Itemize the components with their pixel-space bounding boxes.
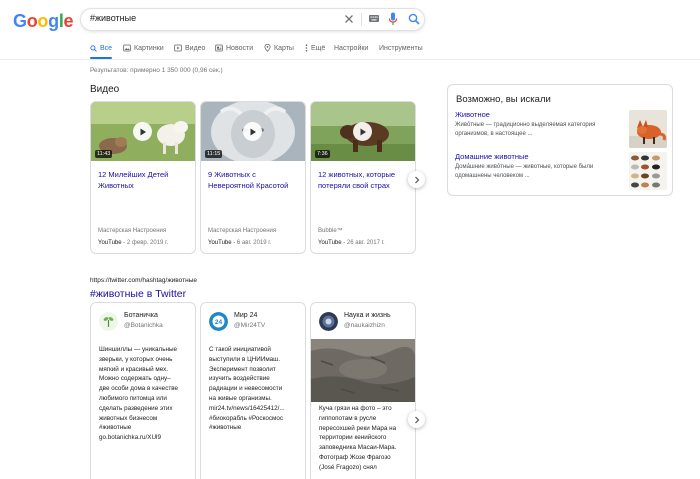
tab-maps[interactable]: Карты [264,42,294,54]
panel-title: Возможно, вы искали [456,94,551,105]
video-date: - 6 авг. 2019 г. [233,240,272,246]
video-thumbnail: 11:43 [91,102,195,161]
tweet-handle: @Mir24TV [234,322,266,329]
video-title[interactable]: 9 Животных с Невероятной Красотой [208,169,302,191]
tweet-photo[interactable] [311,339,415,402]
video-duration: 11:43 [95,150,113,158]
tab-settings[interactable]: Настройки [334,42,368,54]
tweets-next-button[interactable] [408,411,425,428]
tweet-text: Куча грязи на фото – это гиппопотам в ру… [319,405,397,471]
related-item-desc: Дома́шние живо́тные — животные, которые … [455,164,594,179]
video-duration: 7:36 [315,150,330,158]
avatar[interactable]: 24 [209,312,228,331]
tab-label: Ещё [311,44,326,52]
tab-label: Все [100,44,113,52]
related-item[interactable]: Домашние животные Дома́шние живо́тные — … [455,152,669,192]
videos-next-button[interactable] [408,171,425,188]
tab-label: Видео [185,44,206,52]
tweet-handle: @Botanichka [124,322,163,329]
tab-label: Новости [226,44,254,52]
search-box [80,8,425,31]
tweet-author: Наука и жизнь [344,312,391,319]
tweet-card[interactable]: 24 Мир 24 @Mir24TV С такой инициативой в… [200,302,306,479]
tab-label: Настройки [334,44,369,52]
avatar[interactable] [319,312,338,331]
search-icon [90,44,97,52]
video-platform: YouTube [98,240,122,246]
tab-all[interactable]: Все [90,42,112,54]
search-input[interactable] [90,13,330,23]
search-divider [361,13,362,26]
tab-more[interactable]: Ещё [305,42,325,54]
play-icon [133,122,152,141]
play-icon [243,122,262,141]
search-icon[interactable] [408,13,420,25]
tab-images[interactable]: Картинки [123,42,164,54]
tweet-card[interactable]: Ботаничка @Botanichka Шиншиллы — уникаль… [90,302,196,479]
video-card[interactable]: 7:36 12 животных, которые потеряли свой … [310,101,416,254]
video-channel: Bubble™ [318,228,343,234]
video-meta: YouTube - 2 февр. 2019 г. [98,240,168,246]
video-icon [174,44,182,52]
result-stats: Результатов: примерно 1 350 000 (0,96 се… [90,67,223,74]
keyboard-icon[interactable] [369,15,379,22]
related-item-desc: Живо́тные — традиционно выделяемая катег… [455,122,596,137]
video-meta: YouTube - 26 авг. 2017 г. [318,240,385,246]
video-channel: Мастерская Настроения [208,228,277,234]
svg-text:24: 24 [215,319,223,326]
video-section-heading: Видео [90,84,120,95]
tab-video[interactable]: Видео [174,42,205,54]
fox-thumbnail[interactable] [629,110,667,148]
domestic-animals-thumbnail[interactable] [629,152,667,190]
tab-tools[interactable]: Инструменты [379,42,423,54]
tab-label: Инструменты [379,44,423,52]
chevron-right-icon [414,176,419,183]
video-title[interactable]: 12 животных, которые потеряли свой страх [318,169,412,191]
related-item-name[interactable]: Домашние животные [455,152,529,161]
tab-label: Картинки [134,44,164,52]
related-searches-panel: Возможно, вы искали Животное Живо́тные —… [447,84,673,196]
video-platform: YouTube [318,240,342,246]
twitter-result-title[interactable]: #животные в Twitter [90,288,186,300]
tweet-author: Мир 24 [234,312,258,319]
tweet-author: Ботаничка [124,312,158,319]
video-date: - 26 авг. 2017 г. [343,240,385,246]
video-date: - 2 февр. 2019 г. [123,240,169,246]
avatar[interactable] [99,312,118,331]
video-card[interactable]: 11:15 9 Животных с Невероятной Красотой … [200,101,306,254]
related-item[interactable]: Животное Живо́тные — традиционно выделяе… [455,110,669,150]
clear-icon[interactable] [343,13,355,25]
image-icon [123,44,131,52]
video-thumbnail: 7:36 [311,102,415,161]
twitter-url: https://twitter.com/hashtag/животные [90,277,197,284]
play-icon [353,122,372,141]
tweet-card[interactable]: Наука и жизнь @naukaizhizn Куча грязи на… [310,302,416,479]
map-pin-icon [264,44,271,52]
google-logo[interactable]: Google [13,11,74,31]
microphone-icon[interactable] [388,12,398,26]
video-thumbnail: 11:15 [201,102,305,161]
video-channel: Мастерская Настроения [98,228,167,234]
video-duration: 11:15 [205,150,223,158]
more-vert-icon [305,44,308,52]
header-divider [0,59,700,60]
tweet-text: С такой инициативой выступили в ЦНИИмаш.… [209,346,285,432]
video-title[interactable]: 12 Милейших Детей Животных [98,169,192,191]
news-icon [215,44,223,52]
tab-news[interactable]: Новости [215,42,253,54]
video-platform: YouTube [208,240,232,246]
video-card[interactable]: 11:43 12 Милейших Детей Животных Мастерс… [90,101,196,254]
related-item-name[interactable]: Животное [455,110,490,119]
video-meta: YouTube - 6 авг. 2019 г. [208,240,271,246]
chevron-right-icon [414,416,419,423]
tweet-text: Шиншиллы — уникальные зверьки, у которых… [99,346,178,442]
tab-label: Карты [274,44,294,52]
tweet-handle: @naukaizhizn [344,322,385,329]
